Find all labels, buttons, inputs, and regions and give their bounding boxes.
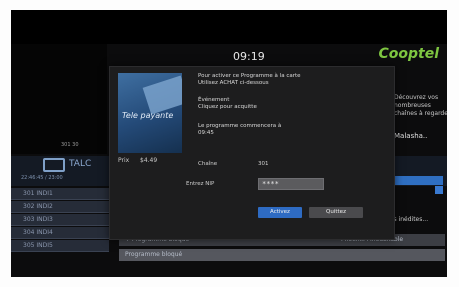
price-value: $4.49 bbox=[140, 157, 158, 164]
dialog-message: Cliquez pour acquitte bbox=[198, 104, 257, 110]
program-row[interactable]: Programme bloqué bbox=[119, 249, 445, 261]
channel-row[interactable]: 305 INDI5 bbox=[11, 240, 109, 252]
dialog-message: Utilisez ACHAT ci-dessous bbox=[198, 80, 269, 86]
dialog-message: Événement bbox=[198, 97, 230, 103]
channel-value: 301 bbox=[258, 161, 269, 167]
poster-graphic bbox=[142, 75, 182, 115]
tab-label[interactable]: TALC bbox=[69, 159, 91, 169]
dialog-message: Pour activer ce Programme à la carte bbox=[198, 73, 301, 79]
pin-input[interactable]: **** bbox=[258, 178, 324, 190]
program-title: Malasha.. bbox=[394, 132, 428, 140]
ppv-poster: Tele payante bbox=[118, 73, 182, 153]
channel-row[interactable]: 302 INDI2 bbox=[11, 201, 109, 213]
quit-button[interactable]: Quittez bbox=[309, 207, 363, 218]
tv-screen: 301 30 09:19 Cooptel Découvrez vos nombr… bbox=[11, 10, 447, 277]
epg-description: Découvrez vos nombreuses chaînes à regar… bbox=[394, 94, 447, 117]
channel-label: Chaîne bbox=[198, 161, 218, 167]
dialog-message: 09:45 bbox=[198, 130, 214, 136]
channel-row[interactable]: 301 INDI1 bbox=[11, 188, 109, 200]
tab-time: 22:46:45 / 23:00 bbox=[21, 175, 63, 181]
tv-icon bbox=[43, 158, 65, 172]
pin-label: Entrez NIP bbox=[186, 181, 215, 187]
cooptel-logo: Cooptel bbox=[378, 46, 439, 62]
channel-row[interactable]: 304 INDI4 bbox=[11, 227, 109, 239]
activate-button[interactable]: Activez bbox=[258, 207, 302, 218]
video-preview bbox=[11, 44, 107, 154]
top-bar bbox=[11, 10, 447, 44]
channel-row[interactable]: 303 INDI3 bbox=[11, 214, 109, 226]
price-label: Prix bbox=[118, 157, 130, 164]
ppv-dialog: Tele payante Prix $4.49 Pour activer ce … bbox=[109, 66, 395, 240]
poster-title: Tele payante bbox=[122, 111, 174, 120]
clock: 09:19 bbox=[233, 50, 265, 63]
dialog-message: Le programme commencera à bbox=[198, 123, 282, 129]
selection-badge bbox=[435, 186, 443, 194]
video-ticks: 301 30 bbox=[61, 142, 79, 148]
